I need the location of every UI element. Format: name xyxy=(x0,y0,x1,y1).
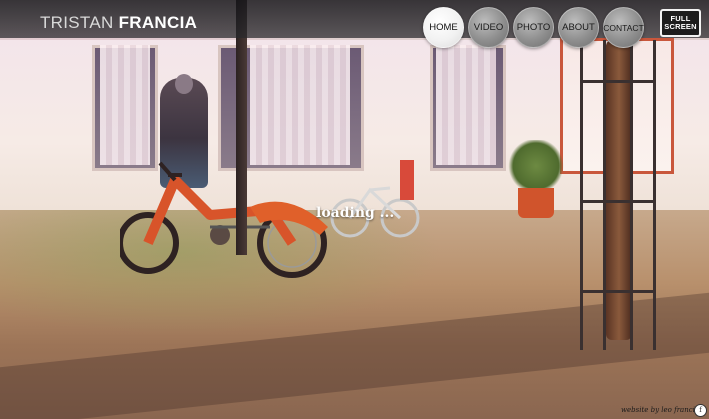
nav-photo-label: PHOTO xyxy=(516,22,551,33)
monitor-stand-icon xyxy=(672,35,686,37)
tree-guard xyxy=(580,40,656,350)
logo-last-name: FRANCIA xyxy=(118,13,198,32)
person-head xyxy=(175,74,193,94)
nav-about-button[interactable]: ABOUT xyxy=(558,7,599,48)
loading-indicator: loading ... xyxy=(316,205,395,221)
nav-video-button[interactable]: VIDEO xyxy=(468,7,509,48)
nav-contact-button[interactable]: CONTACT xyxy=(603,7,644,48)
nav-contact-label: CONTACT xyxy=(603,22,644,33)
tree-guard-ring xyxy=(580,290,656,293)
lamp-post xyxy=(236,0,247,255)
nav-home-button[interactable]: HOME xyxy=(423,7,464,48)
credit-logo-icon[interactable]: f xyxy=(694,404,707,417)
fullscreen-button[interactable]: FULL SCREEN xyxy=(660,9,701,37)
nav-about-label: ABOUT xyxy=(562,22,595,33)
site-credit[interactable]: website by leo francia xyxy=(621,406,699,414)
window-curtain xyxy=(436,45,496,165)
site-logo[interactable]: TRISTAN FRANCIA xyxy=(40,14,197,31)
bicycle-graphic xyxy=(330,160,420,238)
logo-first-name: TRISTAN xyxy=(40,13,119,32)
potted-plant xyxy=(508,140,564,192)
tree-guard-ring xyxy=(580,80,656,83)
nav-photo-button[interactable]: PHOTO xyxy=(513,7,554,48)
nav-home-label: HOME xyxy=(429,22,458,33)
nav-video-label: VIDEO xyxy=(473,22,504,33)
tree-guard-ring xyxy=(580,200,656,203)
flower-pot xyxy=(518,188,554,218)
fullscreen-label-line2: SCREEN xyxy=(664,22,697,31)
moped-graphic xyxy=(120,161,328,278)
